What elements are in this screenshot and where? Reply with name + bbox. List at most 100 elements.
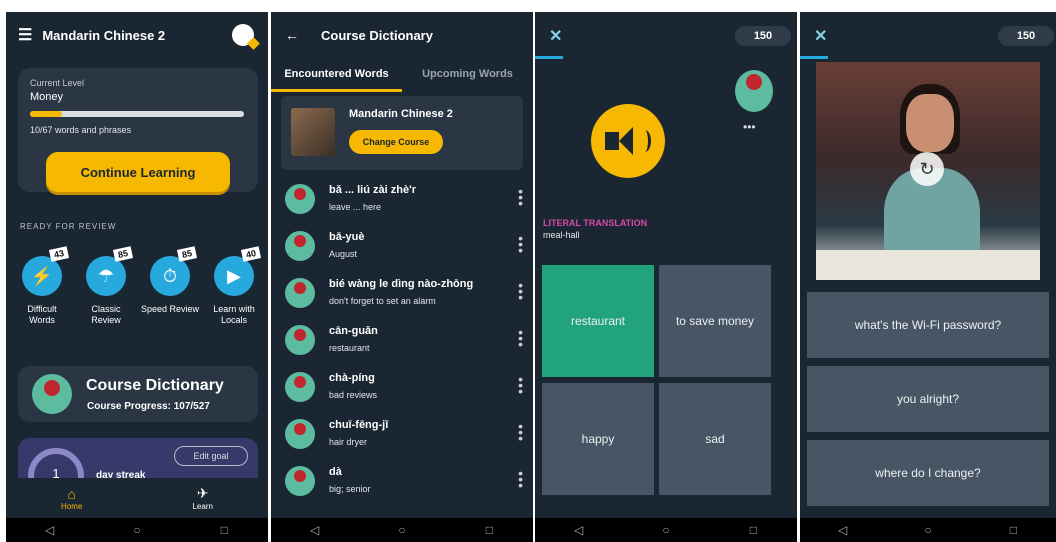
- dictionary-progress: Course Progress: 107/527: [87, 401, 210, 412]
- nav-home-icon[interactable]: ○: [117, 523, 157, 537]
- word-translation: August: [329, 249, 358, 259]
- score-badge: 150: [735, 26, 791, 46]
- more-options-icon[interactable]: •••: [518, 466, 523, 492]
- stopwatch-icon: ⏱: [150, 256, 190, 296]
- continue-learning-button[interactable]: Continue Learning: [46, 152, 230, 192]
- flower-mascot-icon: [285, 184, 315, 214]
- review-label: Speed Review: [140, 304, 200, 314]
- nav-recents-icon[interactable]: □: [993, 523, 1033, 537]
- nav-back-icon[interactable]: ◁: [295, 523, 335, 537]
- list-item[interactable]: bā-yuè August • • •: [271, 229, 533, 276]
- tab-encountered-words[interactable]: Encountered Words: [271, 64, 402, 92]
- word-pinyin: dà: [329, 466, 342, 478]
- review-label: Learn with Locals: [213, 304, 255, 325]
- word-translation: bad reviews: [329, 390, 378, 400]
- close-icon[interactable]: ✕: [814, 26, 827, 46]
- flower-mascot-icon: [285, 466, 315, 496]
- level-card: Current Level Money 10/67 words and phra…: [18, 68, 258, 192]
- answer-option[interactable]: to save money: [659, 265, 771, 377]
- flower-mascot-icon: [285, 372, 315, 402]
- word-translation: leave ... here: [329, 202, 382, 212]
- streak-label: day streak: [96, 470, 146, 478]
- level-name: Money: [30, 91, 64, 103]
- more-options-icon[interactable]: •••: [518, 278, 523, 304]
- nav-back-icon[interactable]: ◁: [823, 523, 863, 537]
- word-pinyin: bǎ ... liú zài zhè'r: [329, 184, 416, 196]
- android-nav-bar: ◁ ○ □: [800, 518, 1056, 542]
- table-foreground: [816, 250, 1040, 280]
- list-item[interactable]: bǎ ... liú zài zhè'r leave ... here • • •: [271, 182, 533, 229]
- flower-mascot-icon: [285, 278, 315, 308]
- nav-back-icon[interactable]: ◁: [559, 523, 599, 537]
- list-item[interactable]: cān-guǎn restaurant • • •: [271, 323, 533, 370]
- tab-upcoming-words[interactable]: Upcoming Words: [402, 64, 533, 92]
- answer-option[interactable]: happy: [542, 383, 654, 495]
- list-item[interactable]: bié wàng le dìng nào-zhōng don't forget …: [271, 276, 533, 323]
- level-progress-fill: [30, 111, 62, 117]
- review-badge: 85: [176, 246, 198, 262]
- more-options-icon[interactable]: •••: [518, 325, 523, 351]
- video-quiz-screen: ✕ 150 ↻ what's the Wi-Fi password? you a…: [800, 12, 1056, 542]
- change-course-button[interactable]: Change Course: [349, 130, 443, 154]
- flower-mascot-icon: [285, 231, 315, 261]
- sound-wave: [639, 130, 651, 152]
- list-item[interactable]: chuī-fēng-jī hair dryer • • •: [271, 417, 533, 464]
- tab-home[interactable]: ⌂ Home: [61, 486, 82, 511]
- list-item[interactable]: chà-píng bad reviews • • •: [271, 370, 533, 417]
- nav-home-icon[interactable]: ○: [646, 523, 686, 537]
- nav-home-icon[interactable]: ○: [382, 523, 422, 537]
- word-pinyin: bā-yuè: [329, 231, 365, 243]
- profile-icon[interactable]: [232, 24, 254, 46]
- video-camera-icon: ▶: [214, 256, 254, 296]
- dictionary-screen: ← Course Dictionary Encountered Words Up…: [271, 12, 533, 542]
- review-difficult-words[interactable]: ⚡ 43 Difficult Words: [12, 246, 72, 326]
- nav-recents-icon[interactable]: □: [469, 523, 509, 537]
- list-item[interactable]: dà big; senior • • •: [271, 464, 533, 511]
- menu-icon[interactable]: ☰: [18, 25, 32, 45]
- edit-goal-button[interactable]: Edit goal: [174, 446, 248, 466]
- review-badge: 43: [48, 246, 70, 262]
- more-options-icon[interactable]: •••: [518, 419, 523, 445]
- video-player[interactable]: ↻: [816, 62, 1040, 280]
- play-audio-button[interactable]: [591, 104, 665, 178]
- home-icon: ⌂: [67, 485, 76, 502]
- literal-translation-title: LITERAL TRANSLATION: [543, 218, 648, 228]
- back-arrow-icon[interactable]: ←: [285, 27, 299, 43]
- review-speed[interactable]: ⏱ 85 Speed Review: [140, 246, 200, 326]
- dictionary-title: Course Dictionary: [86, 377, 224, 394]
- word-list: bǎ ... liú zài zhè'r leave ... here • • • …: [271, 182, 533, 511]
- answer-option[interactable]: you alright?: [807, 366, 1049, 432]
- tab-learn-label: Learn: [192, 502, 213, 511]
- speaker-icon: [605, 132, 619, 150]
- nav-recents-icon[interactable]: □: [204, 523, 244, 537]
- home-screen: ☰ Mandarin Chinese 2 Current Level Money…: [6, 12, 268, 542]
- more-options-icon[interactable]: •••: [518, 231, 523, 257]
- answer-option[interactable]: what's the Wi-Fi password?: [807, 292, 1049, 358]
- more-options-icon[interactable]: •••: [518, 184, 523, 210]
- course-dictionary-card[interactable]: Course Dictionary Course Progress: 107/5…: [18, 366, 258, 422]
- tab-learn[interactable]: ✈ Learn: [192, 485, 212, 511]
- answer-option[interactable]: sad: [659, 383, 771, 495]
- dictionary-screen-title: Course Dictionary: [321, 27, 433, 43]
- close-icon[interactable]: ✕: [549, 26, 562, 46]
- replay-icon[interactable]: ↻: [910, 152, 944, 186]
- answer-option[interactable]: restaurant: [542, 265, 654, 377]
- android-nav-bar: ◁ ○ □: [535, 518, 797, 542]
- answer-option[interactable]: where do I change?: [807, 440, 1049, 506]
- flower-mascot-icon: [735, 70, 773, 112]
- review-learn-with-locals[interactable]: ▶ 40 Learn with Locals: [204, 246, 264, 326]
- nav-recents-icon[interactable]: □: [733, 523, 773, 537]
- more-options-icon[interactable]: •••: [518, 372, 523, 398]
- level-label: Current Level: [30, 78, 85, 88]
- screens-container: ☰ Mandarin Chinese 2 Current Level Money…: [6, 12, 1056, 542]
- android-nav-bar: ◁ ○ □: [6, 518, 268, 542]
- audio-quiz-screen: ✕ 150 ••• LITERAL TRANSLATION meal-hall …: [535, 12, 797, 542]
- word-pinyin: chuī-fēng-jī: [329, 419, 389, 431]
- nav-home-icon[interactable]: ○: [908, 523, 948, 537]
- review-label: Classic Review: [91, 304, 121, 325]
- more-options-icon[interactable]: •••: [743, 120, 756, 134]
- review-classic[interactable]: ☂ 85 Classic Review: [76, 246, 136, 326]
- word-translation: restaurant: [329, 343, 370, 353]
- nav-back-icon[interactable]: ◁: [30, 523, 70, 537]
- course-title: Mandarin Chinese 2: [42, 27, 166, 43]
